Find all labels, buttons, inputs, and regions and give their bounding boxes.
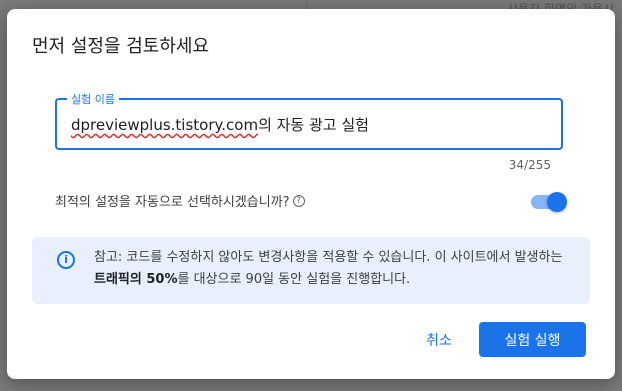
optimal-setting-label: 최적의 설정을 자동으로 선택하시겠습니까? [55,195,290,210]
help-icon[interactable]: ? [292,194,305,207]
experiment-name-domain: dpreviewplus.tistory.com [71,116,259,134]
dialog-title: 먼저 설정을 검토하세요 [32,36,210,57]
info-icon: i [57,251,75,269]
experiment-name-label: 실험 이름 [67,91,119,107]
optimal-setting-toggle[interactable] [531,192,567,212]
run-experiment-button[interactable]: 실험 실행 [479,322,586,357]
background-divider [306,0,307,9]
review-settings-dialog: 먼저 설정을 검토하세요 실험 이름 dpreviewplus.tistory.… [7,9,615,379]
note-text-after: 를 대상으로 90일 동안 실험을 진행합니다. [177,272,411,287]
optimal-setting-row: 최적의 설정을 자동으로 선택하시겠습니까? ? [55,191,305,210]
experiment-name-field[interactable]: 실험 이름 dpreviewplus.tistory.com의 자동 광고 실험 [55,91,563,150]
character-counter: 34/255 [508,158,551,172]
note-text-bold: 트래픽의 50% [94,272,178,287]
experiment-name-value[interactable]: dpreviewplus.tistory.com의 자동 광고 실험 [71,114,369,135]
note-text-before: 참고: 코드를 수정하지 않아도 변경사항을 적용할 수 있습니다. 이 사이트… [94,250,563,265]
cancel-button[interactable]: 취소 [411,323,467,357]
experiment-name-suffix: 의 자동 광고 실험 [258,116,369,134]
toggle-knob [547,192,567,212]
note-text: 참고: 코드를 수정하지 않아도 변경사항을 적용할 수 있습니다. 이 사이트… [94,247,574,291]
info-note: i 참고: 코드를 수정하지 않아도 변경사항을 적용할 수 있습니다. 이 사… [32,237,590,304]
